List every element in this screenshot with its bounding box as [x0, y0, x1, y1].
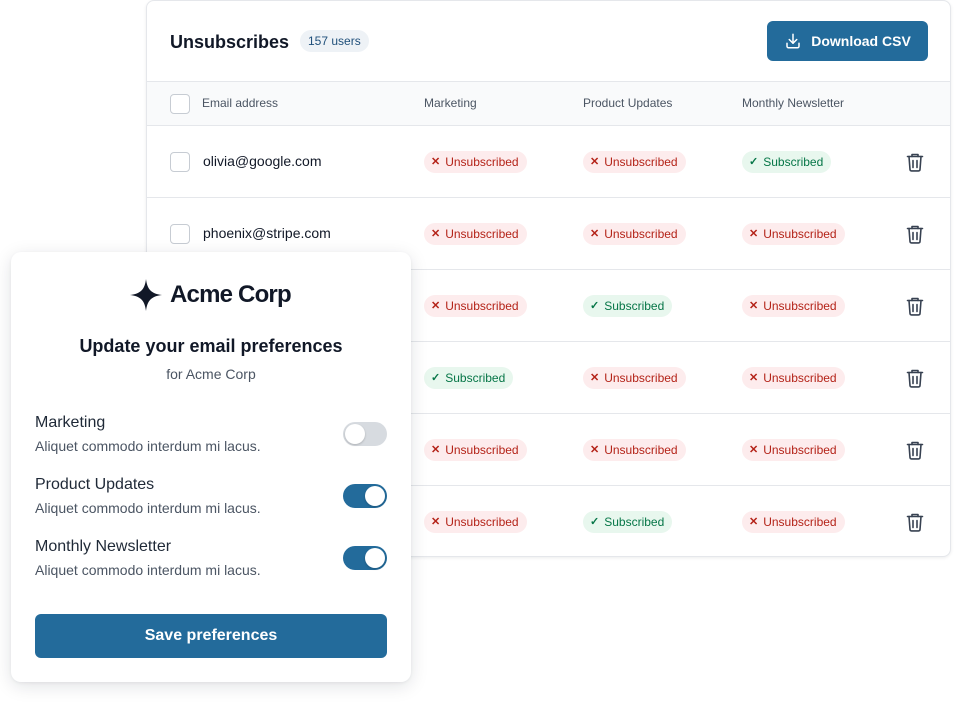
status-badge: ✕ Unsubscribed	[742, 295, 845, 317]
status-label: Unsubscribed	[763, 443, 837, 457]
x-icon: ✕	[749, 299, 759, 312]
status-badge: ✕ Unsubscribed	[424, 223, 527, 245]
preference-item-product-updates: Product Updates Aliquet commodo interdum…	[35, 476, 387, 522]
email-preferences-card: Acme Corp Update your email preferences …	[11, 252, 411, 682]
marketing-toggle[interactable]	[343, 422, 387, 446]
card-header: Unsubscribes 157 users Download CSV	[147, 1, 950, 82]
x-icon: ✕	[590, 371, 600, 384]
save-preferences-button[interactable]: Save preferences	[35, 614, 387, 658]
x-icon: ✕	[749, 515, 759, 528]
status-badge: ✕ Unsubscribed	[742, 367, 845, 389]
trash-icon[interactable]	[906, 296, 924, 316]
trash-icon[interactable]	[906, 152, 924, 172]
x-icon: ✕	[590, 227, 600, 240]
status-badge: ✕ Unsubscribed	[424, 151, 527, 173]
download-csv-button[interactable]: Download CSV	[767, 21, 928, 61]
x-icon: ✕	[749, 371, 759, 384]
row-checkbox[interactable]	[170, 152, 190, 172]
status-badge: ✕ Unsubscribed	[424, 295, 527, 317]
preference-item-monthly-newsletter: Monthly Newsletter Aliquet commodo inter…	[35, 538, 387, 584]
status-label: Unsubscribed	[763, 371, 837, 385]
status-label: Unsubscribed	[445, 299, 519, 313]
status-label: Subscribed	[604, 515, 665, 529]
download-icon	[784, 32, 802, 50]
column-header-email: Email address	[202, 96, 279, 110]
status-badge: ✕ Unsubscribed	[742, 439, 845, 461]
check-icon: ✓	[590, 515, 600, 528]
x-icon: ✕	[749, 443, 759, 456]
preference-description: Aliquet commodo interdum mi lacus.	[35, 562, 261, 578]
select-all-checkbox[interactable]	[170, 94, 190, 114]
download-csv-label: Download CSV	[811, 33, 911, 49]
status-badge: ✓ Subscribed	[583, 295, 673, 317]
x-icon: ✕	[431, 443, 441, 456]
preference-label: Product Updates	[35, 476, 155, 493]
column-header-marketing: Marketing	[424, 96, 477, 110]
status-label: Unsubscribed	[445, 155, 519, 169]
status-badge: ✕ Unsubscribed	[583, 439, 686, 461]
table-header: Email address Marketing Product Updates …	[147, 81, 950, 126]
trash-icon[interactable]	[906, 368, 924, 388]
x-icon: ✕	[431, 515, 441, 528]
status-label: Unsubscribed	[445, 443, 519, 457]
column-header-monthly-newsletter: Monthly Newsletter	[742, 96, 845, 110]
monthly-newsletter-toggle[interactable]	[343, 546, 387, 570]
brand-logo: Acme Corp	[129, 278, 292, 312]
status-badge: ✓ Subscribed	[424, 367, 514, 389]
check-icon: ✓	[431, 371, 441, 384]
preferences-title: Update your email preferences	[79, 336, 343, 356]
product-updates-toggle[interactable]	[343, 484, 387, 508]
status-badge: ✓ Subscribed	[742, 151, 832, 173]
card-title: Unsubscribes	[170, 32, 290, 52]
trash-icon[interactable]	[906, 512, 924, 532]
check-icon: ✓	[590, 299, 600, 312]
toggle-knob	[345, 424, 365, 444]
status-label: Unsubscribed	[763, 227, 837, 241]
preference-label: Monthly Newsletter	[35, 538, 172, 555]
x-icon: ✕	[431, 155, 441, 168]
status-label: Unsubscribed	[763, 515, 837, 529]
brand-name: Acme Corp	[170, 281, 292, 308]
email-address: olivia@google.com	[203, 153, 322, 169]
status-label: Unsubscribed	[604, 155, 678, 169]
four-point-star-icon	[130, 279, 162, 311]
toggle-knob	[365, 548, 385, 568]
status-badge: ✕ Unsubscribed	[742, 511, 845, 533]
status-badge: ✕ Unsubscribed	[424, 439, 527, 461]
preference-description: Aliquet commodo interdum mi lacus.	[35, 500, 261, 516]
status-label: Unsubscribed	[763, 299, 837, 313]
toggle-knob	[365, 486, 385, 506]
status-label: Subscribed	[604, 299, 665, 313]
status-label: Subscribed	[445, 371, 506, 385]
status-label: Subscribed	[763, 155, 824, 169]
preferences-subtitle: for Acme Corp	[166, 366, 256, 382]
x-icon: ✕	[749, 227, 759, 240]
x-icon: ✕	[431, 227, 441, 240]
status-badge: ✕ Unsubscribed	[583, 151, 686, 173]
trash-icon[interactable]	[906, 224, 924, 244]
check-icon: ✓	[749, 155, 759, 168]
status-label: Unsubscribed	[445, 227, 519, 241]
trash-icon[interactable]	[906, 440, 924, 460]
status-badge: ✕ Unsubscribed	[424, 511, 527, 533]
x-icon: ✕	[431, 299, 441, 312]
preference-description: Aliquet commodo interdum mi lacus.	[35, 438, 261, 454]
column-header-product-updates: Product Updates	[583, 96, 673, 110]
user-count-badge: 157 users	[300, 30, 369, 52]
preference-label: Marketing	[35, 414, 106, 431]
status-label: Unsubscribed	[604, 371, 678, 385]
preference-item-marketing: Marketing Aliquet commodo interdum mi la…	[35, 414, 387, 460]
status-label: Unsubscribed	[445, 515, 519, 529]
status-badge: ✓ Subscribed	[583, 511, 673, 533]
status-badge: ✕ Unsubscribed	[583, 223, 686, 245]
table-row: olivia@google.com ✕ Unsubscribed ✕ Unsubscri…	[147, 126, 950, 198]
x-icon: ✕	[590, 443, 600, 456]
status-label: Unsubscribed	[604, 227, 678, 241]
status-badge: ✕ Unsubscribed	[583, 367, 686, 389]
status-label: Unsubscribed	[604, 443, 678, 457]
row-checkbox[interactable]	[170, 224, 190, 244]
x-icon: ✕	[590, 155, 600, 168]
status-badge: ✕ Unsubscribed	[742, 223, 845, 245]
